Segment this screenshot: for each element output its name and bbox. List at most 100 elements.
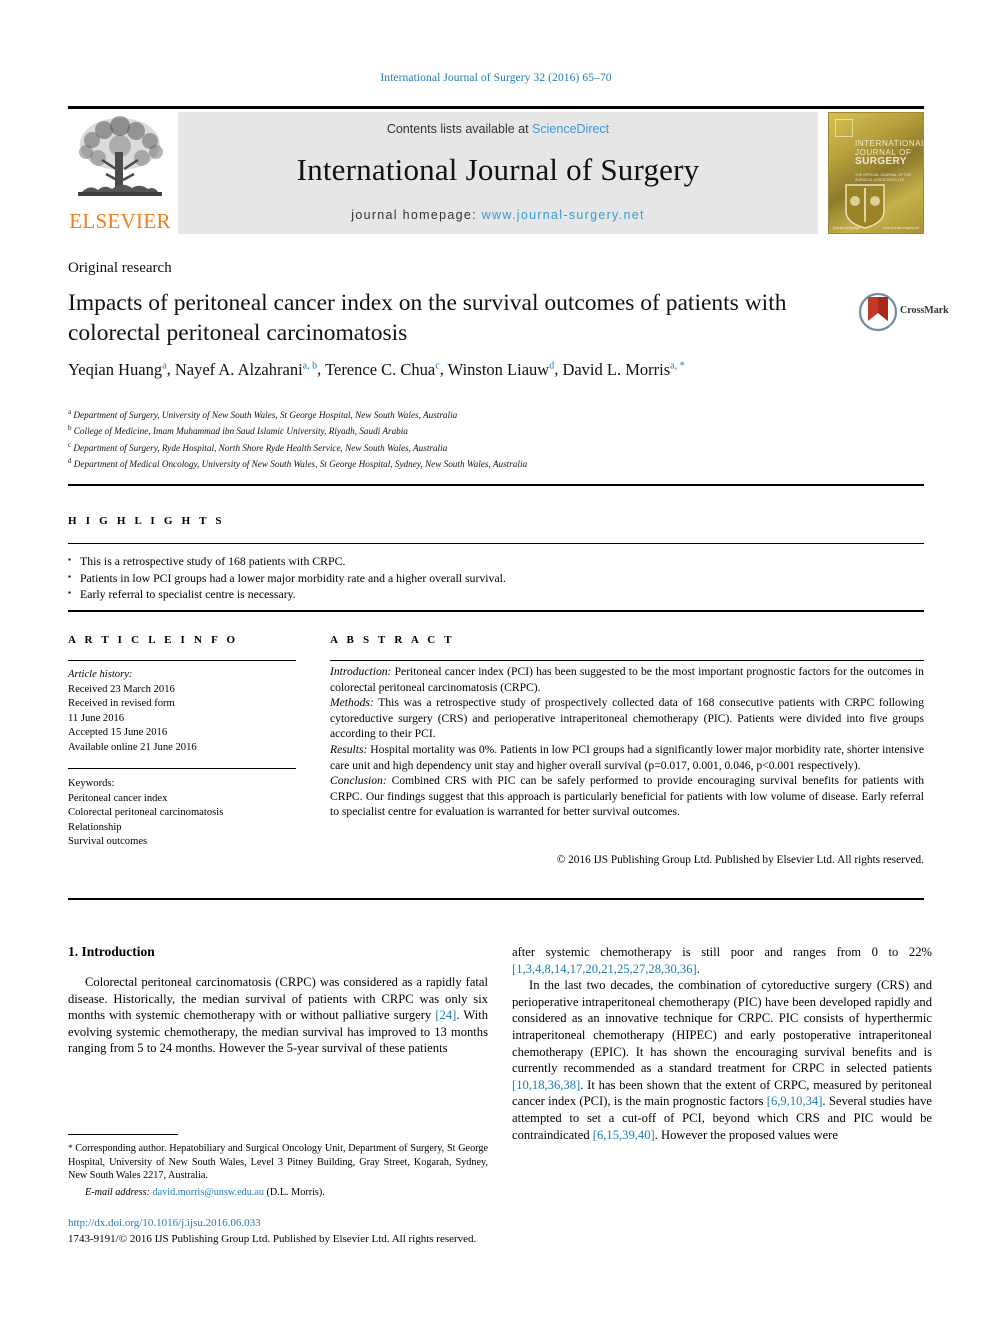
right-text-1a: after systemic chemotherapy is still poo… — [512, 945, 932, 959]
abstract-section-text: Peritoneal cancer index (PCI) has been s… — [330, 665, 924, 694]
article-info-rule — [68, 660, 296, 661]
intro-paragraph-left: Colorectal peritoneal carcinomatosis (CR… — [68, 974, 488, 1057]
author-1-marks: a, b — [302, 360, 318, 371]
abstract-section-label: Results: — [330, 742, 368, 756]
citation-ref[interactable]: [1,3,4,8,14,17,20,21,25,27,28,30,36] — [512, 962, 697, 976]
running-head: International Journal of Surgery 32 (201… — [380, 72, 612, 84]
abstract-bottom-rule — [68, 898, 924, 900]
keywords-block: Keywords: Peritoneal cancer index Colore… — [68, 777, 296, 850]
article-history-item: 11 June 2016 — [68, 712, 125, 724]
citation-ref[interactable]: [6,15,39,40] — [593, 1128, 655, 1142]
author-list: Yeqian Huanga, Nayef A. Alzahrania, b, T… — [68, 359, 685, 379]
author-1-name: Nayef A. Alzahrani — [174, 359, 303, 379]
affiliation-list: a Department of Surgery, University of N… — [68, 406, 868, 471]
abstract-section: Results: Hospital mortality was 0%. Pati… — [330, 742, 924, 773]
citation-ref[interactable]: [24] — [435, 1008, 456, 1022]
corresponding-author-marker: * — [68, 1143, 73, 1153]
article-history-label: Article history: — [68, 669, 133, 680]
crossmark-label: CrossMark — [900, 305, 949, 316]
right-text-1b: . — [696, 961, 700, 976]
footnote-separator — [68, 1134, 178, 1135]
doi-link[interactable]: http://dx.doi.org/10.1016/j.ijsu.2016.06… — [68, 1217, 261, 1229]
article-history-item: Available online 21 June 2016 — [68, 741, 197, 753]
email-link[interactable]: david.morris@unsw.edu.au — [153, 1187, 264, 1198]
journal-title: International Journal of Surgery — [296, 152, 700, 187]
abstract-section-text: Hospital mortality was 0%. Patients in l… — [330, 742, 924, 772]
keyword-item: Survival outcomes — [68, 836, 148, 848]
article-type: Original research — [68, 260, 172, 276]
author-4-marks: a, * — [670, 360, 685, 371]
intro-paragraph-right-2: In the last two decades, the combination… — [512, 977, 932, 1143]
affiliation-2-text: Department of Surgery, Ryde Hospital, No… — [73, 442, 448, 453]
email-label: E-mail address: — [85, 1187, 150, 1198]
abstract-section-label: Introduction: — [330, 665, 392, 678]
cover-foot-left: journal homepage — [833, 226, 861, 230]
crossmark-badge[interactable]: CrossMark — [858, 292, 949, 334]
keyword-item: Colorectal peritoneal carcinomatosis — [68, 807, 224, 819]
keywords-label: Keywords: — [68, 778, 115, 789]
article-history-item: Accepted 15 June 2016 — [68, 727, 168, 739]
affiliation-1-mark: b — [68, 424, 72, 433]
affiliation-0-text: Department of Surgery, University of New… — [73, 410, 458, 421]
elsevier-tree-icon — [78, 116, 163, 196]
paper-page: International Journal of Surgery 32 (201… — [0, 0, 992, 1323]
journal-homepage-link[interactable]: www.journal-surgery.net — [482, 208, 645, 222]
citation-ref[interactable]: [10,18,36,38] — [512, 1078, 580, 1092]
abstract-section: Introduction: Peritoneal cancer index (P… — [330, 664, 924, 695]
affiliation-row: b College of Medicine, Imam Muhammad ibn… — [68, 422, 868, 438]
elsevier-wordmark: ELSEVIER — [69, 209, 171, 233]
author-2-marks: c — [435, 360, 440, 371]
highlights-mid-rule — [68, 543, 924, 544]
abstract-copyright: © 2016 IJS Publishing Group Ltd. Publish… — [556, 854, 924, 866]
keyword-item: Relationship — [68, 821, 122, 833]
page-title: Impacts of peritoneal cancer index on th… — [68, 290, 787, 346]
author-4: David L. Morrisa, * — [562, 360, 684, 379]
abstract-body: Introduction: Peritoneal cancer index (P… — [330, 664, 924, 820]
intro-paragraph-right-1: after systemic chemotherapy is still poo… — [512, 944, 932, 977]
affiliation-row: d Department of Medical Oncology, Univer… — [68, 455, 868, 471]
author-3: Winston Liauwd — [448, 360, 555, 379]
corresponding-author-text: Corresponding author. Hepatobiliary and … — [68, 1143, 488, 1182]
cover-subtitle: THE OFFICIAL JOURNAL OF THE SURGICAL ASS… — [855, 173, 911, 182]
cover-emblem-icon — [835, 119, 853, 137]
cover-title-text: INTERNATIONAL JOURNAL OF SURGERY — [855, 139, 923, 167]
sciencedirect-link[interactable]: ScienceDirect — [532, 122, 609, 136]
cover-footer: journal homepage www.journal-surgery.net — [833, 226, 919, 230]
article-history-block: Article history: Received 23 March 2016 … — [68, 668, 296, 756]
abstract-section-label: Methods: — [330, 696, 374, 710]
article-history-item: Received 23 March 2016 — [68, 683, 175, 695]
issn-copyright: 1743-9191/© 2016 IJS Publishing Group Lt… — [68, 1233, 477, 1245]
affiliation-1-text: College of Medicine, Imam Muhammad ibn S… — [73, 426, 408, 437]
article-info-heading: A R T I C L E I N F O — [68, 634, 239, 646]
keywords-rule — [68, 768, 296, 769]
author-2: Terence C. Chuac — [325, 360, 440, 379]
author-4-name: David L. Morris — [562, 359, 671, 379]
author-0-name: Yeqian Huang — [68, 359, 163, 379]
affiliation-2-mark: c — [68, 440, 72, 449]
citation-ref[interactable]: [6,9,10,34] — [767, 1094, 823, 1108]
affiliation-row: c Department of Surgery, Ryde Hospital, … — [68, 439, 868, 455]
affiliation-0-mark: a — [68, 408, 72, 416]
abstract-section: Methods: This was a retrospective study … — [330, 695, 924, 742]
keyword-item: Peritoneal cancer index — [68, 792, 168, 804]
email-suffix: (D.L. Morris). — [266, 1187, 325, 1198]
right-text-2d: . However the proposed values were — [654, 1127, 838, 1142]
author-3-marks: d — [549, 360, 555, 371]
journal-cover-thumbnail[interactable]: INTERNATIONAL JOURNAL OF SURGERY THE OFF… — [828, 112, 924, 234]
masthead-center-panel: Contents lists available at ScienceDirec… — [178, 112, 818, 234]
journal-masthead: ELSEVIER Contents lists available at Sci… — [68, 106, 924, 234]
highlights-bottom-rule — [68, 610, 924, 612]
author-0: Yeqian Huanga — [68, 360, 167, 379]
intro-text-a: Colorectal peritoneal carcinomatosis (CR… — [68, 975, 488, 1023]
journal-homepage-line: journal homepage: www.journal-surgery.ne… — [178, 208, 818, 222]
highlight-item: Early referral to specialist centre is n… — [68, 585, 924, 603]
highlight-item: This is a retrospective study of 168 pat… — [68, 552, 924, 570]
homepage-prefix: journal homepage: — [351, 208, 482, 222]
highlights-top-rule — [68, 484, 924, 486]
masthead-top-rule — [68, 106, 924, 109]
affiliation-3-text: Department of Medical Oncology, Universi… — [73, 458, 528, 469]
email-note: E-mail address: david.morris@unsw.edu.au… — [68, 1186, 488, 1200]
contents-prefix: Contents lists available at — [386, 122, 533, 136]
crossmark-icon — [858, 292, 898, 332]
highlights-list: This is a retrospective study of 168 pat… — [68, 552, 924, 603]
